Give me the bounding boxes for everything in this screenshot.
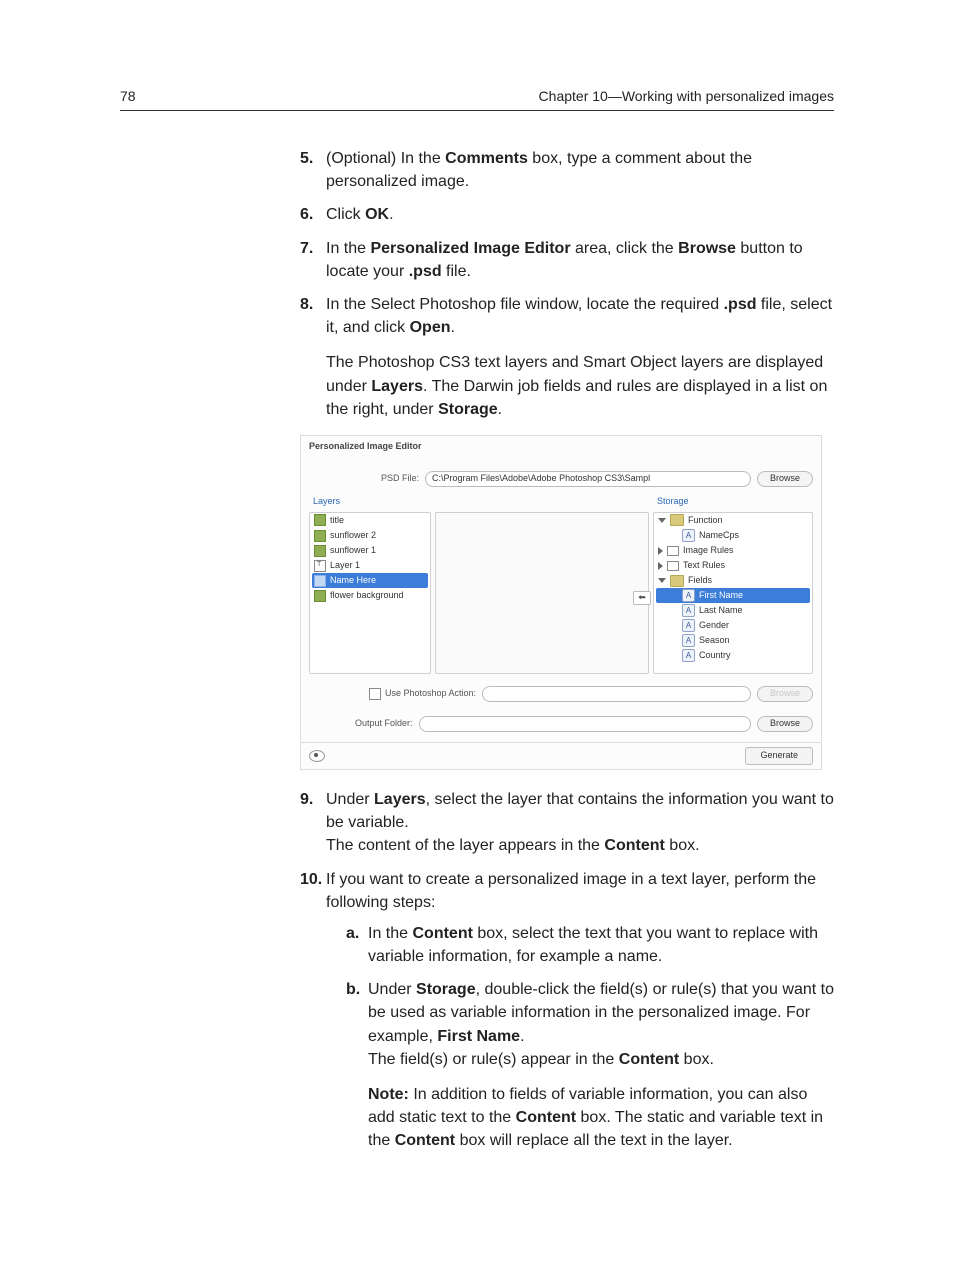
screenshot-personalized-image-editor: Personalized Image Editor PSD File: C:\P… [300, 435, 822, 770]
use-action-label: Use Photoshop Action: [385, 687, 476, 700]
note: Note: In addition to fields of variable … [368, 1083, 834, 1153]
tree-leaf[interactable]: ANameCps [656, 528, 810, 543]
insert-arrow-button[interactable]: ⬅ [633, 591, 651, 605]
storage-panel[interactable]: Function ANameCps Image Rules Text Rules… [653, 512, 813, 674]
step-number: 8. [300, 293, 313, 316]
layer-item[interactable]: sunflower 1 [312, 543, 428, 558]
psd-file-label: PSD File: [309, 472, 419, 485]
step-7: 7. In the Personalized Image Editor area… [300, 237, 834, 283]
output-folder-input[interactable] [419, 716, 751, 732]
text: The content of the layer appears in the … [326, 834, 834, 857]
step-number: 9. [300, 788, 313, 811]
rules-icon [667, 561, 679, 571]
body-text: 5. (Optional) In the Comments box, type … [300, 147, 834, 1153]
image-layer-icon [314, 545, 326, 557]
text: The field(s) or rule(s) appear in the Co… [368, 1048, 834, 1071]
text-layer-icon [314, 575, 326, 587]
window-title: Personalized Image Editor [301, 436, 821, 455]
storage-column: Storage Function ANameCps Image Rules Te… [653, 493, 813, 674]
text: In the Select Photoshop file window, loc… [326, 296, 832, 336]
chapter-title: Chapter 10—Working with personalized ima… [539, 88, 834, 104]
psd-file-input[interactable]: C:\Program Files\Adobe\Adobe Photoshop C… [425, 471, 751, 487]
folder-icon [670, 514, 684, 526]
preview-column: ⬅ [435, 493, 649, 674]
output-browse-button[interactable]: Browse [757, 716, 813, 732]
layer-item-selected[interactable]: Name Here [312, 573, 428, 588]
preview-icon[interactable] [309, 750, 325, 762]
substep-number: b. [346, 978, 360, 1001]
step-9: 9. Under Layers, select the layer that c… [300, 788, 834, 858]
disclosure-icon [658, 578, 666, 583]
disclosure-icon [658, 547, 663, 555]
preview-panel: ⬅ [435, 512, 649, 674]
tree-leaf[interactable]: AGender [656, 618, 810, 633]
browse-button[interactable]: Browse [757, 471, 813, 487]
tree-leaf[interactable]: ALast Name [656, 603, 810, 618]
field-icon: A [682, 529, 695, 542]
disclosure-icon [658, 518, 666, 523]
image-layer-icon [314, 514, 326, 526]
step-number: 7. [300, 237, 313, 260]
step-number: 6. [300, 203, 313, 226]
page-header: 78 Chapter 10—Working with personalized … [120, 88, 834, 111]
field-icon: A [682, 589, 695, 602]
text-layer-icon [314, 560, 326, 572]
tree-leaf[interactable]: ASeason [656, 633, 810, 648]
text: In the Personalized Image Editor area, c… [326, 240, 803, 280]
layer-item[interactable]: flower background [312, 588, 428, 603]
step-number: 5. [300, 147, 313, 170]
layer-item[interactable]: sunflower 2 [312, 528, 428, 543]
field-icon: A [682, 634, 695, 647]
step-6: 6. Click OK. [300, 203, 834, 226]
image-layer-icon [314, 530, 326, 542]
substep-number: a. [346, 922, 359, 945]
step-10b: b. Under Storage, double-click the field… [346, 978, 834, 1152]
tree-leaf-selected[interactable]: AFirst Name [656, 588, 810, 603]
step-8: 8. In the Select Photoshop file window, … [300, 293, 834, 770]
action-input[interactable] [482, 686, 751, 702]
action-browse-button[interactable]: Browse [757, 686, 813, 702]
tree-leaf[interactable]: ACountry [656, 648, 810, 663]
text: Under Layers, select the layer that cont… [326, 791, 834, 831]
text: In the Content box, select the text that… [368, 925, 818, 965]
layers-title: Layers [309, 493, 431, 512]
use-action-checkbox[interactable] [369, 688, 381, 700]
text: (Optional) In the Comments box, type a c… [326, 150, 752, 190]
page-number: 78 [120, 88, 136, 104]
step-number: 10. [300, 868, 322, 891]
image-layer-icon [314, 590, 326, 602]
step-5: 5. (Optional) In the Comments box, type … [300, 147, 834, 193]
generate-button[interactable]: Generate [745, 747, 813, 765]
storage-title: Storage [653, 493, 813, 512]
tree-node[interactable]: Image Rules [656, 543, 810, 558]
folder-icon [670, 575, 684, 587]
layers-column: Layers title sunflower 2 sunflower 1 Lay… [309, 493, 431, 674]
field-icon: A [682, 649, 695, 662]
text: If you want to create a personalized ima… [326, 871, 816, 911]
page: 78 Chapter 10—Working with personalized … [0, 0, 954, 1268]
text: Click OK. [326, 206, 394, 223]
step-10: 10. If you want to create a personalized… [300, 868, 834, 1153]
output-folder-label: Output Folder: [355, 717, 413, 730]
rules-icon [667, 546, 679, 556]
tree-node[interactable]: Function [656, 513, 810, 528]
layers-panel[interactable]: title sunflower 2 sunflower 1 Layer 1 Na… [309, 512, 431, 674]
disclosure-icon [658, 562, 663, 570]
layer-item[interactable]: title [312, 513, 428, 528]
tree-node[interactable]: Fields [656, 573, 810, 588]
field-icon: A [682, 604, 695, 617]
field-icon: A [682, 619, 695, 632]
step-10a: a. In the Content box, select the text t… [346, 922, 834, 968]
text: The Photoshop CS3 text layers and Smart … [326, 351, 834, 421]
layer-item[interactable]: Layer 1 [312, 558, 428, 573]
tree-node[interactable]: Text Rules [656, 558, 810, 573]
text: Under Storage, double-click the field(s)… [368, 981, 834, 1044]
